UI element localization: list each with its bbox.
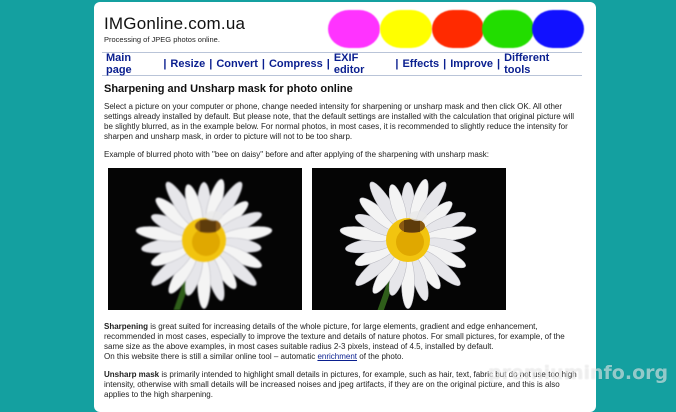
blue-blob <box>532 10 584 48</box>
page-title: Sharpening and Unsharp mask for photo on… <box>104 83 353 95</box>
nav-effects[interactable]: Effects <box>398 58 443 70</box>
site-tagline: Processing of JPEG photos online. <box>104 35 220 44</box>
nav-convert[interactable]: Convert <box>212 58 262 70</box>
enrichment-link[interactable]: enrichment <box>317 352 357 361</box>
unsharp-term: Unsharp mask <box>104 370 160 379</box>
example-photos <box>108 168 584 310</box>
daisy-bee-image <box>135 179 273 310</box>
watermark-text: premiuminfo.org <box>488 362 669 384</box>
similar-text-end: of the photo. <box>357 352 404 361</box>
yellow-blob <box>380 10 432 48</box>
page-container: IMGonline.com.ua Processing of JPEG phot… <box>94 2 596 412</box>
color-blobs-banner <box>328 10 584 50</box>
nav-resize[interactable]: Resize <box>166 58 209 70</box>
sharpening-text: is great suited for increasing details o… <box>104 322 565 351</box>
nav-exif-editor[interactable]: EXIF editor <box>330 52 396 76</box>
article-content: Sharpening and Unsharp mask for photo on… <box>104 84 584 408</box>
example-caption: Example of blurred photo with "bee on da… <box>104 150 490 159</box>
similar-text: On this website there is still a similar… <box>104 352 318 361</box>
red-blob <box>432 10 484 48</box>
magenta-blob <box>328 10 380 48</box>
nav-different-tools[interactable]: Different tools <box>500 52 582 76</box>
site-header: IMGonline.com.ua Processing of JPEG phot… <box>104 14 245 44</box>
site-logo[interactable]: IMGonline.com.ua <box>104 14 245 34</box>
nav-main-page[interactable]: Main page <box>102 52 163 76</box>
nav-compress[interactable]: Compress <box>265 58 327 70</box>
nav-improve[interactable]: Improve <box>446 58 497 70</box>
sharpening-term: Sharpening <box>104 322 149 331</box>
photo-before-blurred <box>108 168 302 310</box>
main-nav: Main page | Resize | Convert | Compress … <box>102 52 582 76</box>
intro-paragraph: Select a picture on your computer or pho… <box>104 102 575 141</box>
daisy-bee-image <box>339 179 477 310</box>
photo-after-sharpened <box>312 168 506 310</box>
sharpening-paragraph: Sharpening is great suited for increasin… <box>104 322 584 362</box>
green-blob <box>482 10 534 48</box>
